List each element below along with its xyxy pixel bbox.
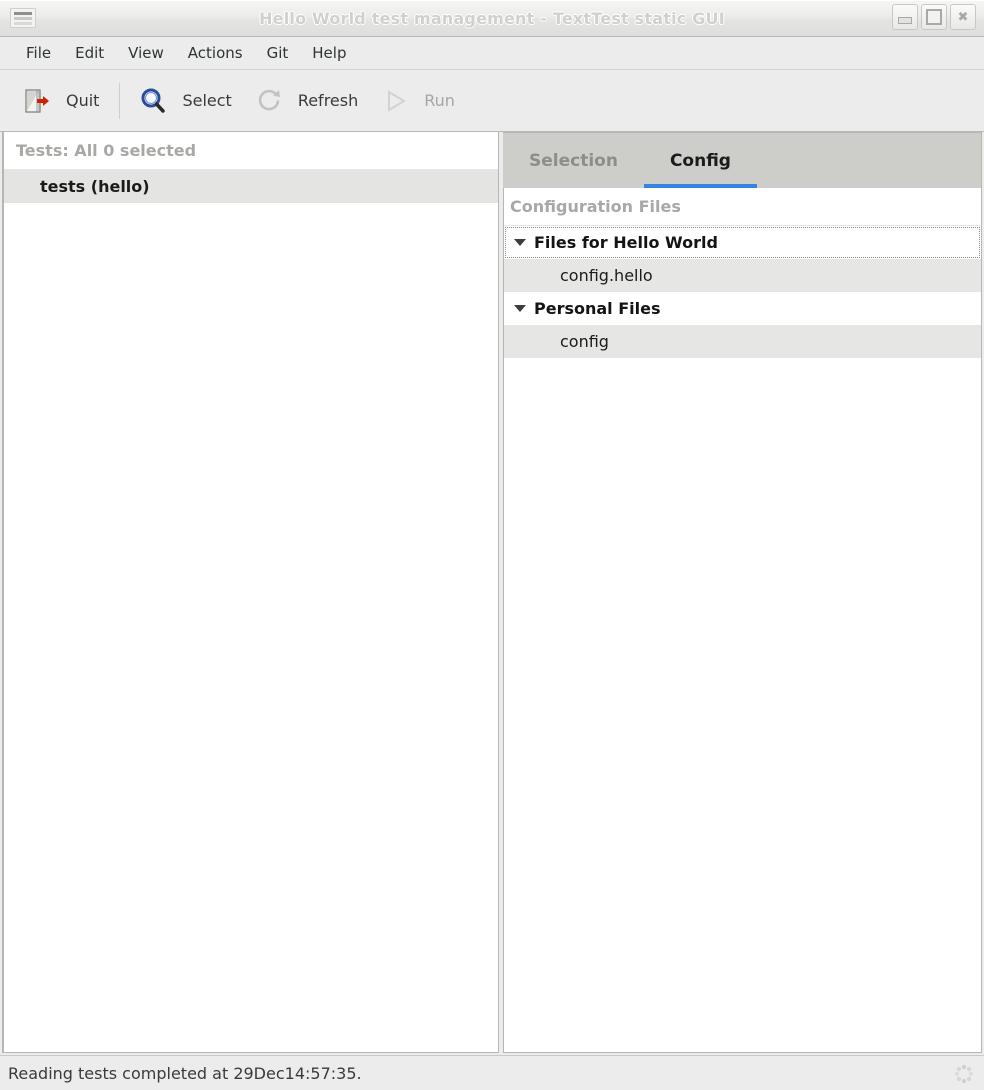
config-group-personal-files[interactable]: Personal Files (504, 292, 981, 325)
play-triangle-icon (378, 84, 412, 118)
config-file-row[interactable]: config.hello (504, 259, 981, 292)
minimize-button[interactable] (892, 4, 918, 30)
run-button: Run (372, 80, 469, 122)
tab-config[interactable]: Config (643, 133, 758, 188)
main-content: Tests: All 0 selected tests (hello) Sele… (0, 132, 984, 1055)
menu-item-edit[interactable]: Edit (63, 41, 116, 65)
tab-selection[interactable]: Selection (503, 133, 644, 188)
close-button[interactable]: ✖ (950, 4, 976, 30)
config-group-label: Personal Files (534, 299, 661, 318)
chevron-down-icon[interactable] (514, 305, 526, 312)
application-window: Hello World test management - TextTest s… (0, 0, 984, 1090)
tab-bar: Selection Config (503, 132, 982, 188)
magnifier-icon (136, 84, 170, 118)
right-panel: Selection Config Configuration Files Fil… (503, 132, 982, 1053)
status-bar: Reading tests completed at 29Dec14:57:35… (0, 1055, 984, 1090)
config-group-files-for-hello-world[interactable]: Files for Hello World (504, 226, 981, 259)
status-message: Reading tests completed at 29Dec14:57:35… (8, 1063, 362, 1083)
menu-item-file[interactable]: File (14, 41, 63, 65)
config-group-label: Files for Hello World (534, 233, 718, 252)
tab-config-label: Config (669, 150, 731, 171)
menu-bar: File Edit View Actions Git Help (0, 37, 984, 70)
title-bar: Hello World test management - TextTest s… (0, 0, 984, 37)
close-icon: ✖ (957, 9, 969, 25)
window-menu-icon[interactable] (10, 8, 36, 28)
tests-header-label: Tests: All 0 selected (4, 132, 498, 170)
menu-item-help[interactable]: Help (300, 41, 358, 65)
quit-door-icon (20, 84, 54, 118)
menu-item-view[interactable]: View (116, 41, 176, 65)
maximize-button[interactable] (921, 4, 947, 30)
quit-button[interactable]: Quit (14, 80, 113, 122)
minimize-icon (898, 16, 912, 24)
chevron-down-icon[interactable] (514, 239, 526, 246)
quit-button-label: Quit (66, 91, 100, 110)
refresh-circle-icon (252, 84, 286, 118)
toolbar: Quit Select Refresh Run (0, 70, 984, 132)
window-controls: ✖ (892, 4, 976, 30)
configuration-files-panel: Configuration Files Files for Hello Worl… (503, 188, 982, 1053)
window-title: Hello World test management - TextTest s… (259, 8, 725, 28)
select-button-label: Select (182, 91, 232, 110)
tab-selection-label: Selection (529, 150, 618, 171)
test-tree-empty-area[interactable] (4, 204, 498, 1052)
menu-item-git[interactable]: Git (255, 41, 301, 65)
test-tree-panel: Tests: All 0 selected tests (hello) (2, 132, 499, 1053)
config-file-row[interactable]: config (504, 325, 981, 358)
toolbar-separator (119, 82, 121, 119)
select-button[interactable]: Select (130, 80, 245, 122)
configuration-files-title: Configuration Files (504, 188, 981, 226)
maximize-icon (926, 9, 942, 25)
menu-item-actions[interactable]: Actions (176, 41, 255, 65)
refresh-button[interactable]: Refresh (246, 80, 372, 122)
run-button-label: Run (424, 91, 455, 110)
test-tree-row[interactable]: tests (hello) (4, 170, 498, 204)
refresh-button-label: Refresh (297, 91, 359, 110)
spinner-dots-icon (954, 1064, 974, 1084)
